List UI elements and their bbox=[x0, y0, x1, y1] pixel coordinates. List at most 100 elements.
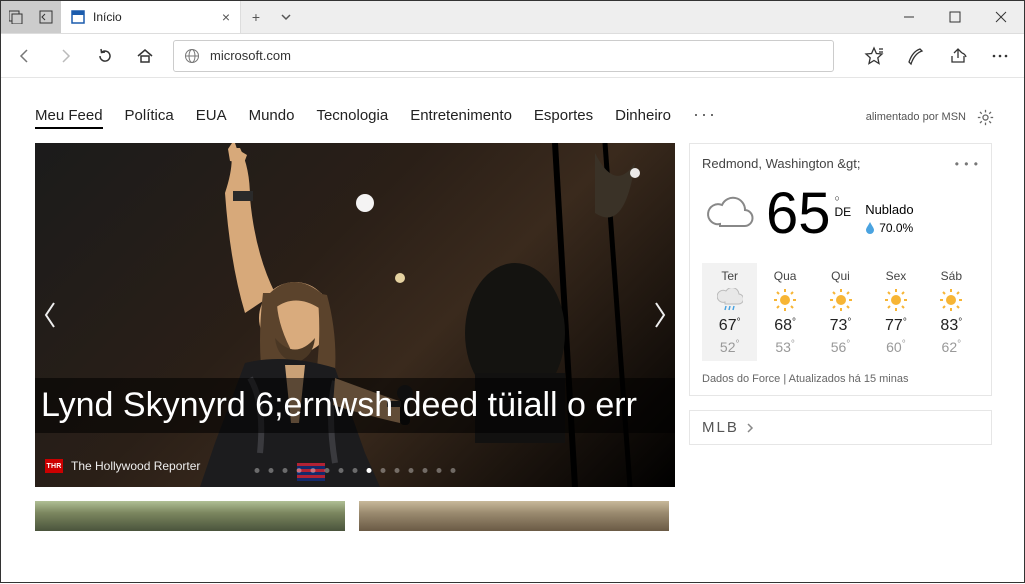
nav-money[interactable]: Dinheiro bbox=[615, 107, 671, 124]
sun-icon bbox=[813, 289, 868, 311]
carousel-dot[interactable] bbox=[339, 468, 344, 473]
browser-toolbar: microsoft.com bbox=[1, 34, 1024, 78]
refresh-button[interactable] bbox=[91, 42, 119, 70]
forecast-high: 77° bbox=[868, 317, 923, 335]
rain-icon bbox=[702, 289, 757, 311]
forecast-low: 62° bbox=[924, 339, 979, 355]
forecast-day[interactable]: Qua68°53° bbox=[757, 263, 812, 361]
carousel-dot[interactable] bbox=[409, 468, 414, 473]
chevron-right-icon bbox=[745, 422, 755, 434]
cloud-icon bbox=[702, 194, 756, 234]
site-info-icon[interactable] bbox=[184, 48, 200, 64]
show-tabs-icon[interactable] bbox=[31, 10, 61, 24]
carousel-dot[interactable] bbox=[381, 468, 386, 473]
forecast-high: 68° bbox=[757, 317, 812, 335]
carousel-dot[interactable] bbox=[353, 468, 358, 473]
forecast-day-name: Sáb bbox=[924, 269, 979, 283]
hero-source: THR The Hollywood Reporter bbox=[45, 459, 200, 473]
titlebar: Início × + bbox=[1, 1, 1024, 34]
hero-headline: Lynd Skynyrd 6;ernwsh deed tüiall o err bbox=[41, 386, 665, 425]
tab-actions bbox=[1, 1, 61, 33]
close-window-button[interactable] bbox=[978, 1, 1024, 33]
weather-card[interactable]: Redmond, Washington &gt; • • • 65 ○ DE bbox=[689, 143, 992, 396]
nav-my-feed[interactable]: Meu Feed bbox=[35, 107, 103, 129]
carousel-dot[interactable] bbox=[325, 468, 330, 473]
browser-tab[interactable]: Início × bbox=[61, 1, 241, 33]
forecast-day-name: Qui bbox=[813, 269, 868, 283]
story-thumbnails bbox=[35, 501, 675, 531]
weather-location[interactable]: Redmond, Washington &gt; bbox=[702, 156, 861, 171]
more-button[interactable] bbox=[986, 42, 1014, 70]
page-content: Meu Feed Política EUA Mundo Tecnologia E… bbox=[1, 78, 1024, 584]
minimize-button[interactable] bbox=[886, 1, 932, 33]
tab-favicon-icon bbox=[71, 10, 85, 24]
new-tab-button[interactable]: + bbox=[241, 1, 271, 33]
carousel-next-icon[interactable] bbox=[645, 285, 675, 345]
droplet-icon bbox=[865, 222, 875, 234]
nav-more-icon[interactable]: ··· bbox=[693, 104, 717, 125]
forecast-day-name: Qua bbox=[757, 269, 812, 283]
carousel-dot[interactable] bbox=[437, 468, 442, 473]
back-button[interactable] bbox=[11, 42, 39, 70]
nav-sports[interactable]: Esportes bbox=[534, 107, 593, 124]
carousel-prev-icon[interactable] bbox=[35, 285, 65, 345]
tab-list-dropdown-icon[interactable] bbox=[271, 1, 301, 33]
sidebar: Redmond, Washington &gt; • • • 65 ○ DE bbox=[689, 143, 994, 584]
carousel-dot[interactable] bbox=[297, 468, 302, 473]
current-weather: 65 ○ DE Nublado 70.0% bbox=[702, 185, 979, 243]
settings-gear-icon[interactable] bbox=[976, 108, 994, 126]
mlb-label: MLB bbox=[702, 419, 739, 436]
forecast-day[interactable]: Sex77°60° bbox=[868, 263, 923, 361]
address-text: microsoft.com bbox=[210, 48, 291, 63]
favorites-button[interactable] bbox=[860, 42, 888, 70]
story-thumbnail[interactable] bbox=[359, 501, 669, 531]
forecast-day-name: Ter bbox=[702, 269, 757, 283]
nav-politics[interactable]: Política bbox=[125, 107, 174, 124]
powered-by: alimentado por MSN bbox=[866, 108, 994, 126]
hero-column: Lynd Skynyrd 6;ernwsh deed tüiall o err … bbox=[35, 143, 675, 584]
sun-icon bbox=[868, 289, 923, 311]
window-controls bbox=[886, 1, 1024, 33]
weather-updated: Dados do Force | Atualizados há 15 minas bbox=[702, 373, 979, 385]
share-button[interactable] bbox=[944, 42, 972, 70]
forecast-day[interactable]: Qui73°56° bbox=[813, 263, 868, 361]
carousel-dot[interactable] bbox=[255, 468, 260, 473]
forecast-day[interactable]: Ter67°52° bbox=[702, 263, 757, 361]
carousel-dot[interactable] bbox=[395, 468, 400, 473]
tab-title: Início bbox=[93, 10, 214, 24]
nav-us[interactable]: EUA bbox=[196, 107, 227, 124]
story-thumbnail[interactable] bbox=[35, 501, 345, 531]
hero-headline-wrap: Lynd Skynyrd 6;ernwsh deed tüiall o err bbox=[35, 378, 675, 433]
forecast-day[interactable]: Sáb 83° 62° bbox=[924, 263, 979, 361]
forecast-high: 73° bbox=[813, 317, 868, 335]
nav-entertainment[interactable]: Entretenimento bbox=[410, 107, 512, 124]
forward-button[interactable] bbox=[51, 42, 79, 70]
carousel-dots[interactable] bbox=[255, 468, 456, 473]
humidity-value: 70.0% bbox=[879, 221, 913, 235]
carousel-dot[interactable] bbox=[451, 468, 456, 473]
address-bar[interactable]: microsoft.com bbox=[173, 40, 834, 72]
sun-icon bbox=[757, 289, 812, 311]
forecast-high: 83° bbox=[924, 317, 979, 335]
nav-world[interactable]: Mundo bbox=[249, 107, 295, 124]
hero-carousel[interactable]: Lynd Skynyrd 6;ernwsh deed tüiall o err … bbox=[35, 143, 675, 487]
sun-icon bbox=[924, 289, 979, 311]
carousel-dot[interactable] bbox=[269, 468, 274, 473]
forecast-row: Ter67°52°Qua68°53°Qui73°56°Sex77°60°Sáb8… bbox=[702, 263, 979, 361]
powered-by-label: alimentado por MSN bbox=[866, 111, 966, 123]
nav-tech[interactable]: Tecnologia bbox=[316, 107, 388, 124]
maximize-button[interactable] bbox=[932, 1, 978, 33]
carousel-dot[interactable] bbox=[367, 468, 372, 473]
weather-card-menu-icon[interactable]: • • • bbox=[955, 157, 979, 171]
hero-image bbox=[35, 143, 675, 487]
carousel-dot[interactable] bbox=[283, 468, 288, 473]
tab-close-icon[interactable]: × bbox=[222, 9, 230, 25]
set-aside-tabs-icon[interactable] bbox=[1, 10, 31, 24]
carousel-dot[interactable] bbox=[423, 468, 428, 473]
mlb-card[interactable]: MLB bbox=[689, 410, 992, 445]
home-button[interactable] bbox=[131, 42, 159, 70]
current-temp: 65 bbox=[766, 185, 831, 243]
forecast-low: 60° bbox=[868, 339, 923, 355]
carousel-dot[interactable] bbox=[311, 468, 316, 473]
notes-button[interactable] bbox=[902, 42, 930, 70]
